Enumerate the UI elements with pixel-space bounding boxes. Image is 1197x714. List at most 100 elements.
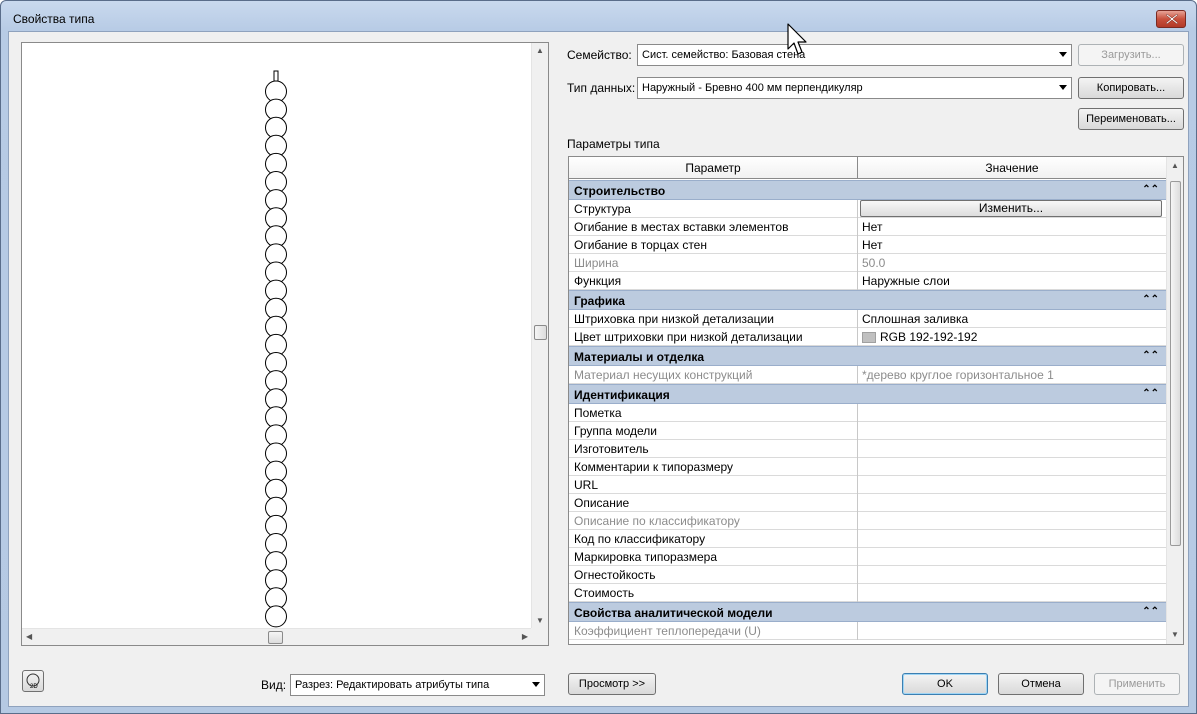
table-row[interactable]: Ширина 50.0 xyxy=(569,254,1166,272)
log-section xyxy=(265,605,287,628)
cancel-button[interactable]: Отмена xyxy=(998,673,1084,695)
value-cell[interactable]: Нет xyxy=(857,218,1166,236)
preview-horizontal-scrollbar[interactable]: ◀ ▶ xyxy=(22,628,532,645)
collapse-chevron-icon[interactable]: ⌃⌃ xyxy=(1142,388,1159,399)
duplicate-button[interactable]: Копировать... xyxy=(1078,77,1184,99)
load-button[interactable]: Загрузить... xyxy=(1078,44,1184,66)
value-cell[interactable] xyxy=(857,548,1166,566)
table-row[interactable]: Изготовитель xyxy=(569,440,1166,458)
table-row[interactable]: Группа модели xyxy=(569,422,1166,440)
value-cell[interactable]: Наружные слои xyxy=(857,272,1166,290)
value-cell[interactable]: Нет xyxy=(857,236,1166,254)
parameter-cell: Материал несущих конструкций xyxy=(574,368,753,382)
value-column-header[interactable]: Значение xyxy=(858,161,1166,175)
value-cell[interactable] xyxy=(857,404,1166,422)
color-swatch xyxy=(862,332,876,343)
collapse-chevron-icon[interactable]: ⌃⌃ xyxy=(1142,350,1159,361)
table-row[interactable]: Пометка xyxy=(569,404,1166,422)
collapse-chevron-icon[interactable]: ⌃⌃ xyxy=(1142,184,1159,195)
table-row[interactable]: Материал несущих конструкций *дерево круг… xyxy=(569,366,1166,384)
parameter-column-header[interactable]: Параметр xyxy=(569,161,857,175)
scroll-left-icon[interactable]: ◀ xyxy=(26,633,32,641)
type-select[interactable]: Наружный - Бревно 400 мм перпендикуляр xyxy=(637,77,1072,99)
type-label: Тип данных: xyxy=(567,81,636,95)
value-cell: *дерево круглое горизонтальное 1 xyxy=(857,366,1166,384)
group-header[interactable]: Материалы и отделка ⌃⌃ xyxy=(569,346,1166,366)
table-row[interactable]: Описание по классификатору xyxy=(569,512,1166,530)
scroll-up-icon[interactable]: ▲ xyxy=(536,47,544,55)
parameter-cell: Огнестойкость xyxy=(574,568,656,582)
svg-text:2D: 2D xyxy=(30,684,38,690)
type-parameters-table[interactable]: Параметр Значение Строительство ⌃⌃ Структу… xyxy=(568,156,1184,645)
preview-vertical-thumb[interactable] xyxy=(534,325,547,340)
chevron-down-icon xyxy=(1059,85,1067,90)
table-row[interactable]: Огнестойкость xyxy=(569,566,1166,584)
wall-top-stub xyxy=(273,70,279,82)
scroll-right-icon[interactable]: ▶ xyxy=(522,633,528,641)
scroll-down-icon[interactable]: ▼ xyxy=(1171,631,1179,639)
value-cell[interactable]: Изменить... xyxy=(857,200,1166,218)
edit-structure-button[interactable]: Изменить... xyxy=(860,200,1162,217)
collapse-chevron-icon[interactable]: ⌃⌃ xyxy=(1142,606,1159,617)
table-row[interactable]: Функция Наружные слои xyxy=(569,272,1166,290)
table-row[interactable]: Стоимость xyxy=(569,584,1166,602)
title-bar[interactable]: Свойства типа xyxy=(1,1,1196,35)
wall-section-preview xyxy=(265,70,287,628)
table-scroll-thumb[interactable] xyxy=(1170,181,1181,546)
table-row[interactable]: Штриховка при низкой детализации Сплошная… xyxy=(569,310,1166,328)
table-row[interactable]: Коэффициент теплопередачи (U) xyxy=(569,622,1166,640)
group-title: Идентификация xyxy=(574,388,670,402)
value-cell[interactable] xyxy=(857,584,1166,602)
type-parameters-label: Параметры типа xyxy=(567,137,660,151)
preview-horizontal-thumb[interactable] xyxy=(268,631,283,644)
collapse-chevron-icon[interactable]: ⌃⌃ xyxy=(1142,294,1159,305)
table-row[interactable]: Описание xyxy=(569,494,1166,512)
view-select[interactable]: Разрез: Редактировать атрибуты типа xyxy=(290,674,545,696)
table-row[interactable]: Цвет штриховки при низкой детализации RGB… xyxy=(569,328,1166,346)
family-label: Семейство: xyxy=(567,48,632,62)
group-header[interactable]: Графика ⌃⌃ xyxy=(569,290,1166,310)
parameter-cell: Описание по классификатору xyxy=(574,514,740,528)
2d-view-icon[interactable]: 2D xyxy=(22,670,44,692)
type-properties-dialog: Свойства типа ▲ ▼ ◀ ▶ Семейство: Сист. с… xyxy=(0,0,1197,714)
rename-button[interactable]: Переименовать... xyxy=(1078,108,1184,130)
scroll-up-icon[interactable]: ▲ xyxy=(1171,162,1179,170)
group-title: Графика xyxy=(574,294,625,308)
family-select[interactable]: Сист. семейство: Базовая стена xyxy=(637,44,1072,66)
value-cell[interactable] xyxy=(857,422,1166,440)
value-cell[interactable] xyxy=(857,476,1166,494)
value-cell[interactable] xyxy=(857,494,1166,512)
close-button[interactable] xyxy=(1156,10,1186,28)
group-header[interactable]: Свойства аналитической модели ⌃⌃ xyxy=(569,602,1166,622)
table-row[interactable]: Огибание в торцах стен Нет xyxy=(569,236,1166,254)
table-row[interactable]: Структура Изменить... xyxy=(569,200,1166,218)
chevron-down-icon xyxy=(1059,52,1067,57)
preview-pane[interactable]: ▲ ▼ ◀ ▶ xyxy=(21,42,549,646)
scroll-down-icon[interactable]: ▼ xyxy=(536,617,544,625)
table-row[interactable]: Маркировка типоразмера xyxy=(569,548,1166,566)
value-cell[interactable] xyxy=(857,458,1166,476)
parameter-cell: Цвет штриховки при низкой детализации xyxy=(574,330,803,344)
value-cell[interactable] xyxy=(857,566,1166,584)
view-value: Разрез: Редактировать атрибуты типа xyxy=(295,679,490,691)
parameter-cell: Огибание в торцах стен xyxy=(574,238,707,252)
table-vertical-scrollbar[interactable]: ▲ ▼ xyxy=(1166,157,1183,644)
value-cell[interactable] xyxy=(857,440,1166,458)
group-header[interactable]: Строительство ⌃⌃ xyxy=(569,180,1166,200)
table-row[interactable]: Комментарии к типоразмеру xyxy=(569,458,1166,476)
apply-button[interactable]: Применить xyxy=(1094,673,1180,695)
value-cell[interactable] xyxy=(857,530,1166,548)
group-header[interactable]: Идентификация ⌃⌃ xyxy=(569,384,1166,404)
table-row[interactable]: URL xyxy=(569,476,1166,494)
preview-button[interactable]: Просмотр >> xyxy=(568,673,656,695)
scroll-corner xyxy=(531,628,548,645)
value-cell[interactable]: Сплошная заливка xyxy=(857,310,1166,328)
value-cell[interactable]: RGB 192-192-192 xyxy=(857,328,1166,346)
preview-vertical-scrollbar[interactable]: ▲ ▼ xyxy=(531,43,548,629)
table-row[interactable]: Огибание в местах вставки элементов Нет xyxy=(569,218,1166,236)
ok-button[interactable]: OK xyxy=(902,673,988,695)
dialog-client: ▲ ▼ ◀ ▶ Семейство: Сист. семейство: Базо… xyxy=(8,31,1189,707)
table-row[interactable]: Код по классификатору xyxy=(569,530,1166,548)
mouse-cursor-icon xyxy=(787,23,807,55)
parameter-cell: Функция xyxy=(574,274,622,288)
